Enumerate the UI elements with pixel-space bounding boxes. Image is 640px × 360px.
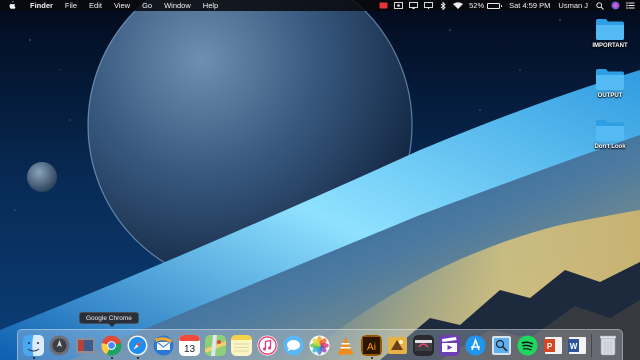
dock-trash[interactable] xyxy=(598,334,618,356)
menu-help[interactable]: Help xyxy=(203,0,218,11)
dock-itunes[interactable] xyxy=(257,335,278,356)
bluetooth-icon[interactable] xyxy=(437,0,449,11)
dock-running-indicator xyxy=(32,357,35,359)
illustrator-label: Ai xyxy=(367,342,376,353)
dock-maps[interactable] xyxy=(205,335,226,356)
calendar-date: 13 xyxy=(184,344,196,355)
screen-record-icon[interactable] xyxy=(392,0,404,11)
menu-file[interactable]: File xyxy=(65,0,77,11)
dock-tooltip: Google Chrome xyxy=(79,312,139,327)
menu-go[interactable]: Go xyxy=(142,0,152,11)
dock-launchpad[interactable] xyxy=(49,335,70,356)
dock-safari[interactable] xyxy=(127,335,148,356)
siri-icon[interactable] xyxy=(609,0,621,11)
dock-mail[interactable] xyxy=(153,335,174,356)
dock-illustrator[interactable]: Ai xyxy=(361,335,382,356)
word-label: W xyxy=(570,342,578,351)
dock-notes[interactable] xyxy=(231,335,252,356)
dock-imovie[interactable] xyxy=(439,335,460,356)
dock-messages[interactable] xyxy=(283,335,304,356)
dock-running-indicator xyxy=(110,357,113,359)
dock-finder[interactable] xyxy=(23,335,44,356)
desktop-wallpaper xyxy=(0,0,640,360)
dock-spotify[interactable] xyxy=(517,335,538,356)
search-icon[interactable] xyxy=(594,0,606,11)
dock-app-store[interactable] xyxy=(465,335,486,356)
battery-icon[interactable] xyxy=(487,2,503,9)
menu-bar-extras: 52% Sat 4:59 PM Usman J xyxy=(374,0,636,11)
folder-label: IMPORTANT xyxy=(592,43,628,49)
menu-view[interactable]: View xyxy=(114,0,130,11)
notification-center-icon[interactable] xyxy=(624,0,636,11)
battery-percent[interactable]: 52% xyxy=(469,0,484,11)
dock-calendar[interactable]: 13 xyxy=(179,335,200,356)
wifi-icon[interactable] xyxy=(452,0,464,11)
desktop-folder-important[interactable]: IMPORTANT xyxy=(585,17,635,49)
desktop-folder-dont-look[interactable]: Don't Look xyxy=(585,118,635,150)
dock-photos[interactable] xyxy=(309,335,330,356)
clock[interactable]: Sat 4:59 PM xyxy=(509,0,550,11)
dock-photo-booth[interactable] xyxy=(75,335,96,356)
dock-word[interactable]: W xyxy=(567,335,588,356)
folder-icon xyxy=(595,67,625,91)
cast-icon[interactable] xyxy=(377,0,389,11)
menu-bar: Finder File Edit View Go Window Help 52%… xyxy=(0,0,640,11)
desktop-folder-output[interactable]: OUTPUT xyxy=(585,67,635,99)
menu-window[interactable]: Window xyxy=(164,0,191,11)
dock-vlc[interactable] xyxy=(335,335,356,356)
folder-label: Don't Look xyxy=(594,144,626,150)
folder-label: OUTPUT xyxy=(597,93,623,99)
apple-logo-icon[interactable] xyxy=(8,1,17,11)
airplay-icon[interactable] xyxy=(407,0,419,11)
menu-edit[interactable]: Edit xyxy=(89,0,102,11)
dock-photoshop[interactable] xyxy=(387,335,408,356)
user-name[interactable]: Usman J xyxy=(558,0,588,11)
folder-icon xyxy=(595,118,625,142)
menu-finder[interactable]: Finder xyxy=(30,0,53,11)
trash-icon xyxy=(599,335,617,356)
dock-final-cut[interactable] xyxy=(413,335,434,356)
dock-chrome[interactable] xyxy=(101,335,122,356)
dock-separator xyxy=(591,334,592,357)
dock-running-indicator xyxy=(136,357,139,359)
dock-preview[interactable] xyxy=(491,335,512,356)
folder-icon xyxy=(595,17,625,41)
dock-powerpoint[interactable]: P xyxy=(543,335,564,356)
dock-running-indicator xyxy=(370,357,373,359)
display-icon[interactable] xyxy=(422,0,434,11)
dock: 13 Ai P W xyxy=(17,329,623,360)
powerpoint-label: P xyxy=(547,342,553,351)
